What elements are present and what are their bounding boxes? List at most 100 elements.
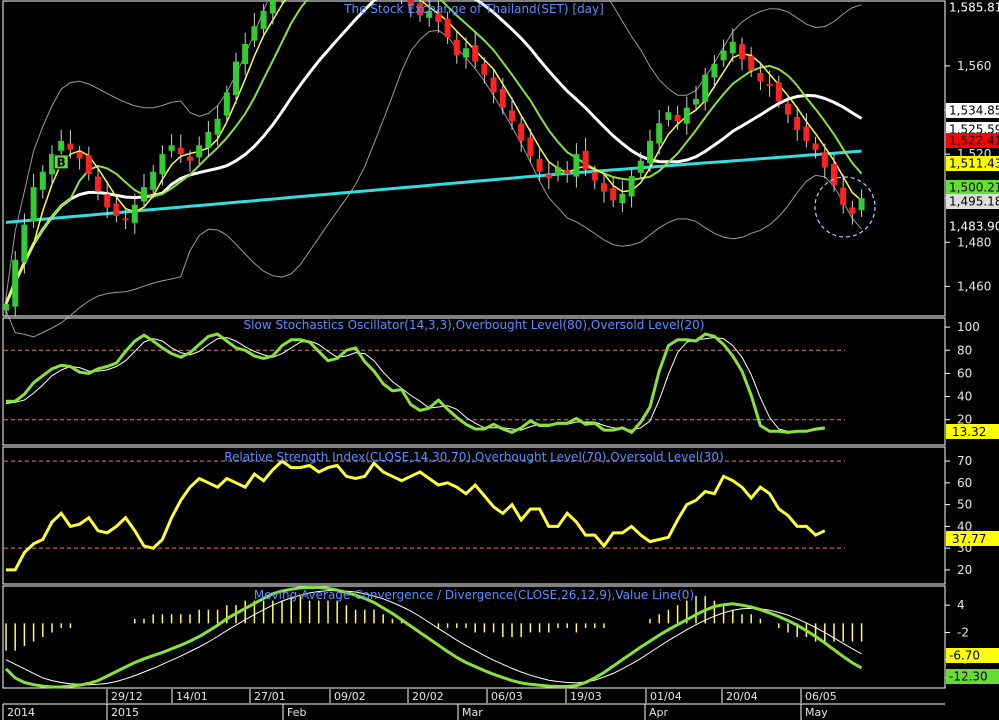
candle-body [251,26,258,41]
candle-body [30,187,37,222]
price-axis-tick-label: 1,480 [957,235,991,249]
stochastics-value-label: 13.32 [952,425,986,439]
price-level-label: 1,534.85 [949,104,999,118]
candle-body [177,147,184,155]
candle-body [159,154,166,175]
candle-body [104,194,111,207]
candle-body [113,203,120,216]
candle-body [821,152,828,168]
macd-value-label: -12.30 [949,670,988,684]
candle-body [711,63,718,78]
set-daily-chart[interactable]: BB The Stock Exchange of Thailand(SET) [… [0,0,999,720]
stochastics-axis-tick-label: 80 [957,343,972,357]
candle-body [481,64,488,75]
candle-body [463,48,469,58]
price-level-label: 1,585.81 [949,1,999,15]
candle-body [499,89,506,108]
candle-body [858,198,865,211]
macd-axis-tick-label: 4 [957,598,965,612]
candle-body [242,43,249,65]
candle-body [683,107,690,124]
rsi-axis-tick-label: 20 [957,563,972,577]
date-axis-month-label: Feb [287,706,306,719]
candle-body [223,92,230,116]
price-axis-tick-label: 1,460 [957,279,991,293]
price-chart-title: The Stock Exchange of Thailand(SET) [day… [343,2,604,16]
stochastics-title: Slow Stochastics Oscillator(14,3,3),Over… [244,318,705,332]
candle-body [233,61,239,96]
stochastics-axis-tick-label: 60 [957,366,972,380]
candle-body [849,207,856,214]
buy-signal-label: B [57,155,66,169]
price-level-label: 1,511.43 [949,157,999,171]
date-axis-tick-label: 06/03 [491,690,523,703]
candle-body [490,77,497,93]
candle-body [610,188,617,201]
candle-body [656,123,663,144]
candle-body [536,158,543,172]
candle-body [260,10,267,29]
candle-body [591,172,598,181]
candle-body [141,187,147,202]
date-axis-tick-label: 01/04 [650,690,682,703]
candle-body [67,143,74,150]
stochastics-axis-tick-label: 40 [957,390,972,404]
date-axis-tick-label: 20/04 [726,690,758,703]
price-level-label: 1,483.90 [949,220,999,234]
date-axis-tick-label: 20/02 [412,690,444,703]
date-axis-tick-label: 14/01 [176,690,208,703]
candle-body [637,160,644,173]
candle-body [527,137,534,157]
candle-body [85,155,92,174]
candle-body [564,169,571,174]
date-axis-tick-label: 27/01 [254,690,286,703]
rsi-axis-tick-label: 60 [957,476,972,490]
price-level-label: 1,522.41 [949,134,999,148]
candle-body [812,143,819,150]
candle-body [444,18,451,38]
candle-body [95,176,101,192]
candle-body [766,83,773,86]
macd-title: Moving Average Convergence / Divergence(… [254,588,694,602]
candle-body [693,98,699,105]
date-axis-month-label: 2015 [111,706,139,719]
date-axis-tick-label: 06/05 [805,690,837,703]
candle-body [122,218,129,221]
candle-body [214,118,221,135]
candle-body [794,117,801,130]
candle-body [21,224,28,263]
date-axis-month-label: Apr [649,706,669,719]
candle-body [453,39,460,55]
date-axis: 29/12 14/01 27/01 09/02 20/02 06/03 19/03 01/04… [0,689,999,720]
date-axis-tick-label: 09/02 [334,690,366,703]
candle-body [509,110,515,122]
rsi-axis-tick-label: 50 [957,498,972,512]
macd-axis-tick-label: -2 [957,625,969,639]
rsi-value-label: 37.77 [952,532,986,546]
rsi-title: Relative Strength Index(CLOSE,14,30,70),… [224,450,724,464]
candle-body [775,82,782,102]
candle-body [168,145,175,151]
candle-body [785,103,791,115]
candle-body [628,176,635,197]
candle-body [720,50,727,61]
candle-body [545,174,552,179]
candle-body [187,156,193,161]
candle-body [518,123,525,141]
candle-body [647,140,653,164]
candle-body [665,112,672,120]
date-axis-month-label: Mar [462,706,483,719]
candle-body [205,132,212,148]
candle-body [601,183,607,192]
price-axis-tick-label: 1,560 [957,59,991,73]
candle-body [39,171,46,190]
candle-body [555,167,561,176]
candle-body [702,74,709,102]
rsi-axis-tick-label: 70 [957,454,972,468]
candle-body [729,41,736,54]
candle-body [803,126,810,141]
candle-body [619,193,626,204]
candle-body [748,56,755,71]
candle-body [76,152,83,159]
candle-body [840,187,847,205]
